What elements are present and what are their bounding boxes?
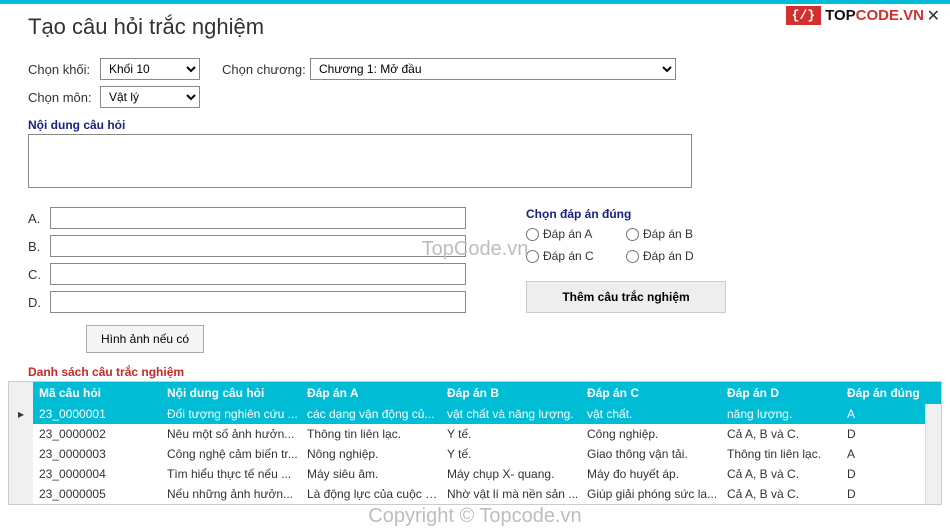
- grid-header-row: Mã câu hỏi Nội dung câu hỏi Đáp án A Đáp…: [9, 382, 941, 404]
- radio-answer-a[interactable]: Đáp án A: [526, 227, 626, 241]
- answer-a-input[interactable]: [50, 207, 466, 229]
- table-row[interactable]: ▸23_0000001Đối tượng nghiên cứu ...các d…: [9, 404, 941, 424]
- answers-inputs: A. B. C. D. Hình ảnh nếu có: [28, 207, 466, 353]
- table-row[interactable]: 23_0000003Công nghệ cảm biến tr...Nông n…: [9, 444, 941, 464]
- answer-d-input[interactable]: [50, 291, 466, 313]
- watermark: Copyright © Topcode.vn: [368, 505, 581, 528]
- chapter-label: Chọn chương:: [222, 62, 310, 77]
- subject-label: Chọn môn:: [28, 90, 100, 105]
- radio-answer-b[interactable]: Đáp án B: [626, 227, 726, 241]
- question-list-label: Danh sách câu trắc nghiệm: [28, 365, 950, 379]
- correct-answer-label: Chọn đáp án đúng: [526, 207, 726, 221]
- grade-label: Chọn khối:: [28, 62, 100, 77]
- answer-b-input[interactable]: [50, 235, 466, 257]
- grid-scrollbar[interactable]: [925, 404, 941, 504]
- question-grid[interactable]: Mã câu hỏi Nội dung câu hỏi Đáp án A Đáp…: [8, 381, 942, 505]
- chapter-select[interactable]: Chương 1: Mở đầu: [310, 58, 676, 80]
- image-button[interactable]: Hình ảnh nếu có: [86, 325, 204, 353]
- table-row[interactable]: 23_0000005Nếu những ảnh hưởn...Là động l…: [9, 484, 941, 504]
- radio-answer-c[interactable]: Đáp án C: [526, 249, 626, 263]
- close-button[interactable]: ✕: [927, 6, 940, 26]
- content-group-label: Nội dung câu hỏi: [28, 118, 922, 132]
- subject-select[interactable]: Vật lý: [100, 86, 200, 108]
- radio-answer-d[interactable]: Đáp án D: [626, 249, 726, 263]
- logo: {/} TOPCODE.VN: [786, 6, 924, 25]
- answer-c-input[interactable]: [50, 263, 466, 285]
- logo-icon: {/}: [786, 6, 821, 25]
- table-row[interactable]: 23_0000002Nêu một số ảnh hưởn...Thông ti…: [9, 424, 941, 444]
- question-content-input[interactable]: [28, 134, 692, 188]
- table-row[interactable]: 23_0000004Tìm hiểu thực tế nếu ...Máy si…: [9, 464, 941, 484]
- add-question-button[interactable]: Thêm câu trắc nghiệm: [526, 281, 726, 313]
- grade-select[interactable]: Khối 10: [100, 58, 200, 80]
